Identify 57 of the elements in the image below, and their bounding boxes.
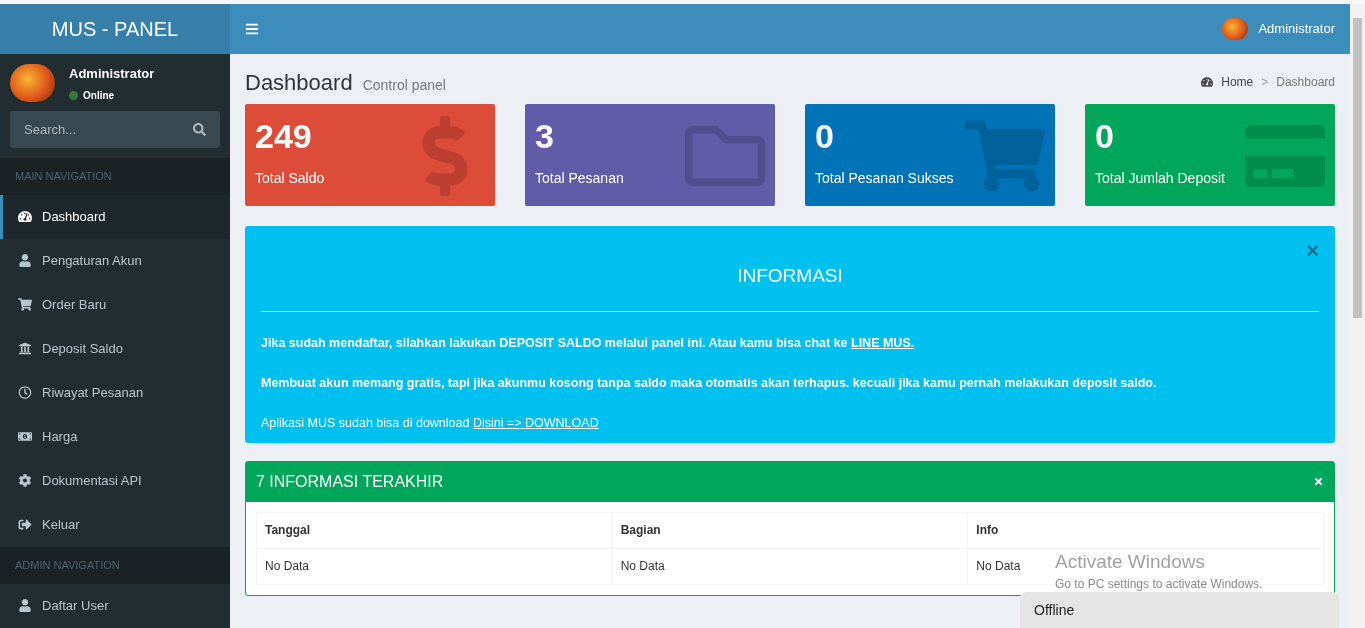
money-icon	[18, 430, 32, 443]
user-status: Online	[83, 88, 115, 103]
nav-item[interactable]: Pengaturan Akun	[0, 238, 230, 283]
stat-label: Total Saldo	[255, 169, 325, 188]
info-title: INFORMASI	[737, 264, 843, 288]
avatar-image	[10, 64, 55, 103]
nav-item[interactable]: Deposit Saldo	[0, 326, 230, 371]
os-notice-title: Activate Windows	[1055, 550, 1206, 574]
bank-icon	[18, 342, 32, 355]
search-icon[interactable]	[193, 122, 206, 136]
info-paragraph: Aplikasi MUS sudah bisa di download Disini => DOWNLOAD	[261, 414, 600, 432]
column-header: Tanggal	[256, 512, 613, 548]
cart-icon	[18, 298, 32, 311]
table-cell: No Data	[256, 548, 613, 584]
breadcrumb-item[interactable]: Home	[1221, 73, 1254, 91]
brand-title: MUS - PANEL	[51, 17, 179, 42]
sign-out-icon	[18, 518, 32, 531]
nav-item[interactable]: Dokumentasi API	[0, 458, 230, 503]
gear-icon	[18, 474, 32, 487]
nav-item[interactable]: Riwayat Pesanan	[0, 370, 230, 415]
page-title: Dashboard	[245, 68, 353, 97]
stat-label: Total Pesanan Sukses	[815, 169, 954, 188]
stat-value: 3	[535, 116, 555, 156]
os-notice-text: Go to PC settings to activate Windows.	[1055, 576, 1263, 592]
nav-section-header: MAIN NAVIGATION	[15, 168, 112, 184]
stat-label: Total Jumlah Deposit	[1095, 169, 1225, 188]
menu-icon[interactable]	[245, 22, 259, 36]
stat-value: 0	[815, 116, 835, 156]
header-user-name[interactable]: Administrator	[1258, 19, 1335, 39]
dashboard-icon	[1201, 76, 1214, 88]
close-icon[interactable]	[1313, 476, 1324, 487]
user-icon	[18, 599, 32, 612]
stat-label: Total Pesanan	[535, 169, 624, 188]
chat-widget[interactable]: Offline	[1020, 592, 1339, 628]
search-field[interactable]: Search...	[10, 110, 220, 148]
nav-item[interactable]: Keluar	[0, 502, 230, 547]
breadcrumb-separator: >	[1261, 74, 1269, 91]
clock-icon	[18, 386, 32, 399]
column-header: Info	[967, 512, 1324, 548]
column-header: Bagian	[612, 512, 968, 548]
info-paragraph: Membuat akun memang gratis, tapi jika akunmu kosong tanpa saldo maka otomatis akan terhapus. kecuali jika kamu pernah melakukan deposit saldo.	[261, 374, 1158, 392]
dashboard-icon	[18, 210, 32, 223]
nav-item[interactable]: Dashboard	[0, 194, 230, 239]
table-cell: No Data	[612, 548, 968, 584]
nav-item[interactable]: Daftar User	[0, 583, 230, 628]
user-name: Administrator	[69, 65, 155, 83]
page-subtitle: Control panel	[362, 75, 446, 95]
panel-title: 7 INFORMASI TERAKHIR	[256, 471, 444, 492]
nav-item[interactable]: Order Baru	[0, 282, 230, 327]
user-icon	[18, 254, 32, 267]
info-paragraph: Jika sudah mendaftar, silahkan lakukan DEPOSIT SALDO melalui panel ini. Atau kamu bisa chat ke LINE MUS.	[261, 334, 916, 352]
nav-section-header: ADMIN NAVIGATION	[15, 557, 120, 573]
breadcrumb-item: Dashboard	[1276, 74, 1335, 91]
avatar-image	[1222, 17, 1249, 41]
stat-value: 249	[255, 116, 313, 156]
stat-value: 0	[1095, 116, 1115, 156]
nav-item[interactable]: Harga	[0, 414, 230, 459]
